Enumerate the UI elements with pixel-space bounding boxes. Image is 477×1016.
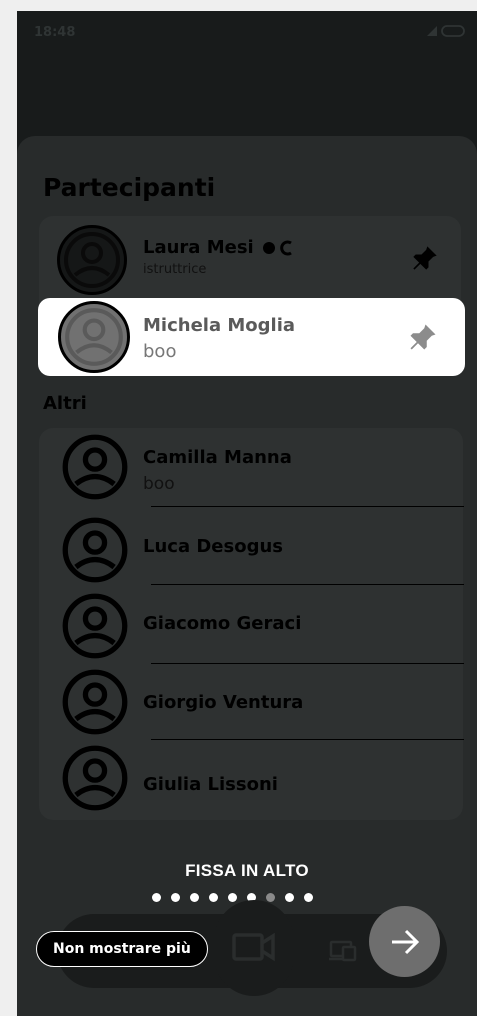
camera-button[interactable] [214, 900, 294, 996]
section-label-others: Altri [43, 393, 87, 414]
user-avatar-icon [62, 434, 128, 500]
participant-name: Camilla Manna [143, 447, 292, 468]
list-item[interactable]: Luca Desogus [39, 508, 464, 586]
page-dot [171, 893, 180, 902]
list-item[interactable]: Giulia Lissoni [39, 740, 463, 820]
divider [151, 584, 464, 585]
participant-role: istruttrice [143, 262, 207, 277]
arrow-right-icon [391, 929, 419, 954]
page-dot [304, 893, 313, 902]
status-bar: 18:48 [17, 11, 477, 51]
participant-row-michela[interactable]: Michela Moglia boo [38, 298, 465, 376]
signal-battery-icon [427, 25, 465, 37]
page-dot-current [266, 893, 275, 902]
participant-sub: boo [143, 474, 175, 494]
page-dot [209, 893, 218, 902]
participants-sheet: Partecipanti Laura Mesi istruttrice Mich… [17, 136, 477, 1016]
page-dot [228, 893, 237, 902]
video-camera-icon [232, 932, 275, 962]
participant-name: Luca Desogus [143, 536, 284, 557]
user-avatar-icon [64, 232, 120, 288]
pin-icon[interactable] [411, 244, 439, 272]
user-avatar-icon [62, 593, 128, 659]
page-dot [285, 893, 294, 902]
devices-icon[interactable] [329, 940, 359, 962]
page-indicator [152, 893, 313, 903]
avatar [58, 301, 130, 373]
dont-show-again-button[interactable]: Non mostrare più [36, 931, 208, 967]
pin-icon[interactable] [408, 322, 438, 352]
user-avatar-icon [65, 308, 123, 366]
list-item[interactable]: Giorgio Ventura [39, 664, 464, 740]
status-icons [425, 24, 467, 43]
divider [151, 506, 464, 507]
participant-name: Giorgio Ventura [143, 692, 304, 713]
participant-name: Laura Mesi [143, 237, 254, 258]
next-button[interactable] [369, 906, 440, 977]
page-dot [152, 893, 161, 902]
list-item[interactable]: Camilla Manna boo [39, 428, 464, 508]
user-avatar-icon [62, 669, 128, 735]
page-title: Partecipanti [43, 173, 216, 202]
other-participants-card: Camilla Manna boo Luca Desogus Giacomo G… [39, 428, 464, 820]
page-dot [190, 893, 199, 902]
participant-name: Giulia Lissoni [143, 774, 278, 795]
tip-title: FISSA IN ALTO [185, 861, 309, 880]
user-avatar-icon [62, 517, 128, 583]
participant-name: Giacomo Geraci [143, 613, 302, 634]
list-item[interactable]: Giacomo Geraci [39, 586, 464, 664]
participant-name: Michela Moglia [143, 315, 296, 336]
status-time: 18:48 [34, 25, 76, 40]
participant-row-laura[interactable]: Laura Mesi istruttrice [39, 216, 461, 295]
user-avatar-icon [62, 745, 128, 811]
avatar [57, 225, 127, 295]
phone-screen: 18:48 Partecipanti Laura Mesi istruttric… [17, 11, 477, 1016]
participant-role: boo [143, 341, 177, 362]
presence-icon [263, 240, 292, 256]
